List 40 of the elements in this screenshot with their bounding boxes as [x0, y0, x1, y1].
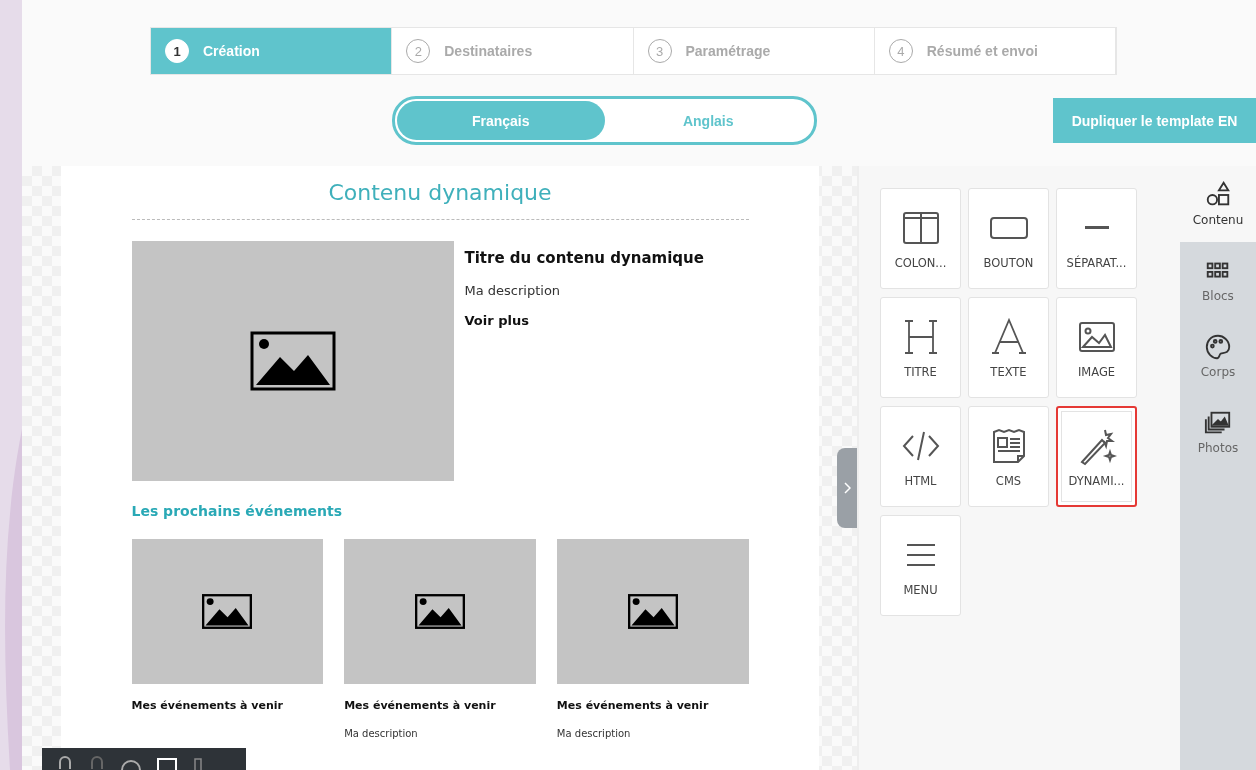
read-more-link[interactable]: Voir plus [464, 313, 529, 328]
block-tile[interactable]: COLON... [880, 188, 961, 289]
step-label: Résumé et envoi [926, 43, 1038, 59]
section-title: Les prochains événements [131, 503, 343, 519]
block-tile[interactable]: BOUTON [968, 188, 1049, 289]
card-title: Mes événements à venir [131, 699, 284, 712]
image-icon [627, 594, 678, 629]
block-tile[interactable]: IMAGE [1056, 297, 1137, 398]
image-icon [415, 594, 465, 629]
content-description: Ma description [464, 283, 562, 298]
side-tab[interactable]: Corps [1180, 318, 1256, 394]
side-tab[interactable]: Photos [1180, 394, 1256, 470]
palette-icon [1204, 333, 1232, 361]
block-tile[interactable]: MENU [880, 515, 961, 616]
collapse-handle[interactable] [837, 448, 857, 528]
email-title: Contenu dynamique [327, 179, 553, 207]
card-description: Ma description [556, 728, 632, 739]
step-label: Destinataires [444, 43, 533, 59]
step-label: Paramétrage [685, 43, 771, 59]
block-tile[interactable]: HTML [880, 406, 961, 507]
line-icon [1084, 225, 1109, 229]
step-label: Création [203, 43, 260, 59]
step-number: 1 [165, 39, 189, 63]
card-title: Mes événements à venir [344, 699, 497, 712]
mobile-icon[interactable] [192, 756, 204, 770]
content-title: Titre du contenu dynamique [464, 249, 704, 267]
block-tile[interactable]: DYNAMI... [1056, 406, 1137, 507]
side-tab[interactable]: Blocs [1180, 242, 1256, 318]
desktop-icon[interactable] [156, 756, 178, 770]
image-icon [202, 594, 253, 629]
side-tab[interactable]: Contenu [1180, 166, 1256, 242]
block-tile[interactable]: CMS [968, 406, 1049, 507]
card-title: Mes événements à venir [556, 699, 710, 712]
block-tile[interactable]: TEXTE [968, 297, 1049, 398]
card-description: Ma description [344, 728, 419, 739]
block-tile[interactable]: TITRE [880, 297, 961, 398]
image-icon [249, 331, 336, 391]
block-tile[interactable]: SÉPARAT... [1056, 188, 1137, 289]
step-tab[interactable]: 1 Création [151, 28, 393, 74]
chevron-right-icon [843, 482, 851, 494]
